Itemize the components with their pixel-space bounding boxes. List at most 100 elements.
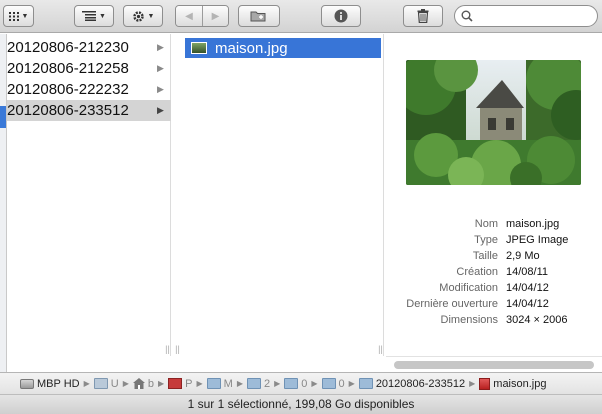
list-item[interactable]: 20120806-212258 ▶ <box>7 58 171 79</box>
list-item[interactable]: 20120806-222232 ▶ <box>7 79 171 100</box>
arrange-button[interactable]: ▼ <box>74 5 114 27</box>
folder-icon <box>284 378 299 389</box>
path-item-folder[interactable]: 0 <box>284 378 307 390</box>
file-info: Nom maison.jpg Type JPEG Image Taille 2,… <box>386 216 602 328</box>
info-label: Modification <box>439 282 498 294</box>
file-name: maison.jpg <box>215 39 288 57</box>
column-resize-handle[interactable]: || <box>376 344 385 356</box>
path-separator-icon: ▶ <box>311 379 318 388</box>
folder-name: 20120806-212258 <box>7 60 129 77</box>
action-button[interactable]: ▼ <box>123 5 163 27</box>
path-label: U <box>110 377 119 390</box>
folder-icon <box>358 378 373 389</box>
scrollbar-thumb[interactable] <box>394 361 594 369</box>
path-separator-icon: ▶ <box>83 379 90 388</box>
image-file-icon <box>191 42 207 54</box>
path-item-folder[interactable]: M <box>206 378 233 390</box>
path-item-pictures[interactable]: P <box>168 378 192 390</box>
image-preview <box>406 60 581 185</box>
back-arrow-icon: ◀ <box>185 10 193 22</box>
search-field[interactable] <box>454 5 598 27</box>
new-folder-icon <box>250 11 266 22</box>
info-row: Taille 2,9 Mo <box>386 248 602 264</box>
path-separator-icon: ▶ <box>196 379 203 388</box>
previous-column-selection <box>0 106 6 128</box>
info-value: 2,9 Mo <box>506 250 540 262</box>
back-forward-control[interactable]: ◀ ▶ <box>175 5 229 27</box>
new-folder-button[interactable] <box>238 5 280 27</box>
list-item[interactable]: 20120806-212230 ▶ <box>7 37 171 58</box>
previous-column-strip <box>0 34 7 372</box>
folder-name: 20120806-233512 <box>7 102 129 119</box>
horizontal-scrollbar[interactable] <box>386 356 602 372</box>
gear-icon <box>132 10 144 22</box>
info-value: 14/04/12 <box>506 282 549 294</box>
info-value: 3024 × 2006 <box>506 314 568 326</box>
disclosure-arrow-icon: ▶ <box>157 105 164 115</box>
folder-name: 20120806-222232 <box>7 81 129 98</box>
get-info-button[interactable] <box>321 5 361 27</box>
disclosure-arrow-icon: ▶ <box>157 63 164 73</box>
info-icon <box>334 9 348 23</box>
status-bar: 1 sur 1 sélectionné, 199,08 Go disponibl… <box>0 394 602 414</box>
list-item[interactable]: maison.jpg <box>185 38 381 58</box>
search-icon <box>461 10 473 22</box>
info-row: Dernière ouverture 14/04/12 <box>386 296 602 312</box>
path-item-users[interactable]: U <box>93 377 119 390</box>
info-row: Création 14/08/11 <box>386 264 602 280</box>
home-icon <box>132 378 145 389</box>
chevron-down-icon: ▼ <box>99 12 106 20</box>
disclosure-arrow-icon: ▶ <box>157 84 164 94</box>
info-label: Création <box>456 266 498 278</box>
toolbar: ▼ ▼ ▼ ◀ ▶ <box>0 0 602 33</box>
chevron-down-icon: ▼ <box>147 12 155 20</box>
path-separator-icon: ▶ <box>157 379 165 388</box>
info-value: 14/08/11 <box>506 266 549 278</box>
info-label: Nom <box>474 218 498 230</box>
search-input[interactable] <box>477 10 587 22</box>
folder-icon <box>206 378 221 389</box>
path-label: MBP HD <box>37 377 80 390</box>
path-separator-icon: ▶ <box>236 379 243 388</box>
info-row: Type JPEG Image <box>386 232 602 248</box>
folder-column[interactable]: 20120806-212230 ▶ 20120806-212258 ▶ 2012… <box>7 34 171 356</box>
path-separator-icon: ▶ <box>274 379 281 388</box>
info-value: 14/04/12 <box>506 298 549 310</box>
info-value: JPEG Image <box>506 234 569 246</box>
view-button[interactable]: ▼ <box>3 5 34 27</box>
list-item[interactable]: 20120806-233512 ▶ <box>7 100 171 121</box>
forward-arrow-icon: ▶ <box>211 10 220 22</box>
list-arrange-icon <box>82 11 97 21</box>
info-row: Modification 14/04/12 <box>386 280 602 296</box>
path-item-folder[interactable]: 2 <box>246 378 270 390</box>
path-item-home[interactable]: b <box>132 377 154 390</box>
info-value: maison.jpg <box>506 218 560 230</box>
path-item-folder[interactable]: 0 <box>321 377 345 390</box>
trash-icon <box>417 9 429 23</box>
forward-button[interactable]: ▶ <box>202 6 228 26</box>
trash-button[interactable] <box>403 5 443 27</box>
info-row: Nom maison.jpg <box>386 216 602 232</box>
disclosure-arrow-icon: ▶ <box>157 42 164 52</box>
path-item-current-folder[interactable]: 20120806-233512 <box>358 377 466 390</box>
column-resize-handle[interactable]: || <box>163 344 172 356</box>
info-label: Type <box>474 234 498 246</box>
path-label: maison.jpg <box>493 377 547 390</box>
column-resize-handle[interactable]: || <box>173 344 182 356</box>
info-label: Taille <box>472 250 498 262</box>
path-item-file[interactable]: maison.jpg <box>479 377 547 390</box>
info-label: Dernière ouverture <box>406 298 498 310</box>
path-separator-icon: ▶ <box>469 379 476 388</box>
path-label: b <box>147 377 154 390</box>
path-label: 20120806-233512 <box>375 377 466 390</box>
path-label: 0 <box>338 377 345 390</box>
folder-icon <box>246 378 261 389</box>
file-column[interactable]: maison.jpg || || <box>172 34 384 356</box>
folder-name: 20120806-212230 <box>7 39 129 56</box>
grid-view-icon <box>8 11 19 21</box>
path-bar: MBP HD ▶ U ▶ b ▶ P ▶ M ▶ 2 ▶ 0 ▶ 0 ▶ 201… <box>0 372 602 394</box>
back-button[interactable]: ◀ <box>176 6 202 26</box>
jpeg-file-icon <box>479 377 491 390</box>
path-item-disk[interactable]: MBP HD <box>20 378 80 390</box>
path-label: P <box>185 377 193 390</box>
